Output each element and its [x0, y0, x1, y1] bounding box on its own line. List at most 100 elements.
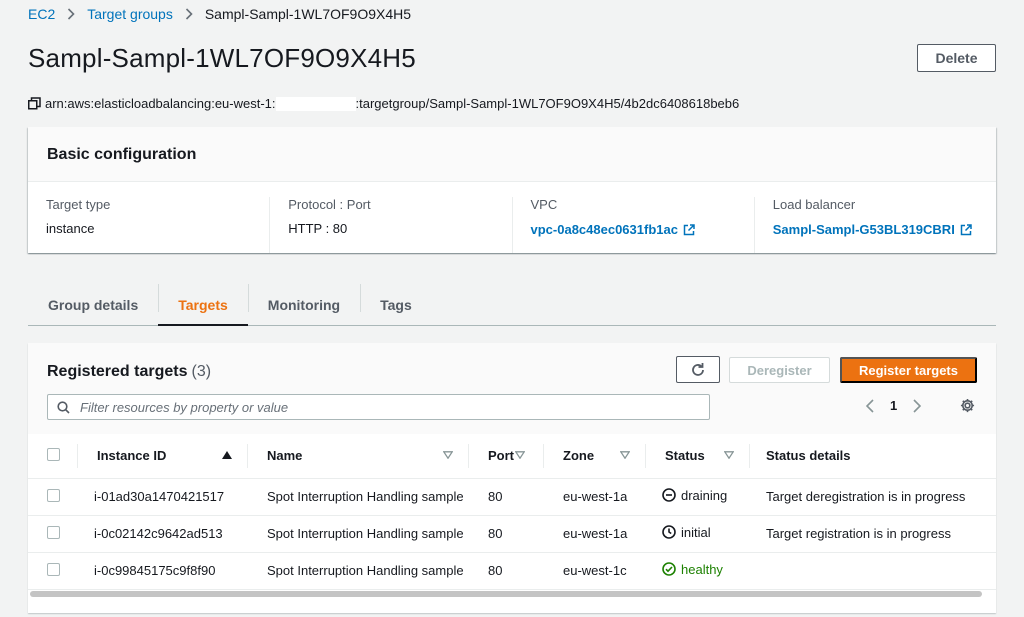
column-header-label: Port: [488, 448, 514, 464]
table-row[interactable]: i-0c02142c9642ad513 Spot Interruption Ha…: [28, 515, 996, 552]
breadcrumb-ec2-link[interactable]: EC2: [28, 6, 55, 22]
column-header-port[interactable]: Port: [469, 434, 544, 479]
draining-icon: [662, 488, 676, 503]
breadcrumb: EC2 Target groups Sampl-Sampl-1WL7OF9O9X…: [28, 5, 411, 23]
sort-icon: [443, 451, 453, 459]
column-header-label: Zone: [563, 448, 595, 464]
status-label: initial: [681, 524, 711, 540]
basic-configuration-panel: Basic configuration Target type instance…: [28, 127, 996, 253]
row-checkbox[interactable]: [47, 525, 60, 539]
registered-targets-count: (3): [191, 363, 212, 380]
target-type-label: Target type: [46, 197, 111, 212]
status-label: healthy: [681, 561, 723, 577]
column-header-label: Status: [665, 448, 705, 464]
arn-row: arn:aws:elasticloadbalancing:eu-west-1: …: [28, 96, 739, 111]
status-draining: draining: [662, 488, 727, 503]
check-circle-icon: [662, 562, 676, 577]
copy-icon[interactable]: [28, 97, 42, 110]
chevron-right-icon: [185, 8, 193, 20]
targets-table: Instance ID Name Port Zone Status Status…: [28, 434, 996, 590]
status-details-cell: [750, 552, 996, 589]
select-all-header: [28, 434, 78, 479]
port-cell: 80: [488, 526, 503, 541]
protocol-port-field: Protocol : Port HTTP : 80: [269, 197, 511, 253]
zone-cell: eu-west-1c: [563, 563, 627, 578]
gear-icon[interactable]: [960, 398, 975, 413]
status-cell: healthy: [646, 552, 750, 589]
filter-input[interactable]: Filter resources by property or value: [47, 394, 710, 420]
column-header-label: Instance ID: [97, 448, 167, 464]
page-title: Sampl-Sampl-1WL7OF9O9X4H5: [28, 43, 416, 73]
load-balancer-label: Load balancer: [772, 197, 856, 212]
tab-monitoring[interactable]: Monitoring: [247, 284, 360, 325]
table-row[interactable]: i-01ad30a1470421517 Spot Interruption Ha…: [28, 478, 996, 515]
zone-cell: eu-west-1a: [563, 489, 628, 504]
registered-targets-title-text: Registered targets: [47, 363, 188, 380]
chevron-right-icon: [67, 8, 75, 20]
vpc-link[interactable]: vpc-0a8c48ec0631fb1ac: [531, 222, 695, 237]
breadcrumb-current: Sampl-Sampl-1WL7OF9O9X4H5: [204, 6, 412, 22]
sort-icon: [620, 451, 630, 459]
tab-bar: Group details Targets Monitoring Tags: [28, 284, 996, 326]
port-cell: 80: [488, 489, 503, 504]
basic-configuration-title: Basic configuration: [47, 146, 197, 163]
registered-targets-panel: Registered targets (3) Deregister Registe…: [28, 343, 996, 613]
deregister-button[interactable]: Deregister: [729, 357, 830, 383]
filter-placeholder: Filter resources by property or value: [80, 399, 289, 415]
column-header-status-details[interactable]: Status details: [750, 434, 996, 479]
status-details-cell: Target deregistration is in progress: [766, 489, 966, 504]
search-icon: [57, 400, 70, 414]
instance-id-cell: i-0c02142c9642ad513: [94, 526, 223, 541]
external-link-icon: [960, 223, 972, 236]
tab-tags[interactable]: Tags: [360, 284, 432, 325]
tab-targets[interactable]: Targets: [158, 284, 248, 326]
load-balancer-field: Load balancer Sampl-Sampl-G53BL319CBRI: [753, 197, 996, 253]
sort-ascending-icon: [222, 451, 232, 459]
next-page-icon[interactable]: [913, 398, 922, 413]
status-cell: draining: [646, 478, 750, 515]
register-targets-button[interactable]: Register targets: [840, 357, 977, 383]
arn-suffix: :targetgroup/Sampl-Sampl-1WL7OF9O9X4H5/4…: [355, 96, 740, 111]
row-checkbox[interactable]: [47, 562, 60, 576]
external-link-icon: [683, 223, 695, 236]
select-all-checkbox[interactable]: [47, 447, 60, 461]
status-cell: initial: [646, 515, 750, 552]
vpc-label: VPC: [530, 197, 558, 212]
delete-button[interactable]: Delete: [917, 44, 996, 72]
vpc-link-text: vpc-0a8c48ec0631fb1ac: [530, 222, 678, 237]
column-header-name[interactable]: Name: [248, 434, 469, 479]
previous-page-icon[interactable]: [866, 398, 874, 413]
load-balancer-link-text: Sampl-Sampl-G53BL319CBRI: [772, 222, 955, 237]
instance-id-cell: i-01ad30a1470421517: [94, 489, 225, 504]
tab-group-details[interactable]: Group details: [28, 284, 158, 325]
table-row[interactable]: i-0c99845175c9f8f90 Spot Interruption Ha…: [28, 552, 996, 589]
column-header-status[interactable]: Status: [646, 434, 750, 479]
row-checkbox[interactable]: [47, 488, 60, 502]
arn-prefix: arn:aws:elasticloadbalancing:eu-west-1:: [45, 96, 276, 111]
status-initial: initial: [662, 525, 711, 540]
instance-id-cell: i-0c99845175c9f8f90: [94, 563, 216, 578]
table-header-row: Instance ID Name Port Zone Status Status…: [28, 434, 996, 479]
registered-targets-header: Registered targets (3) Deregister Registe…: [28, 343, 996, 434]
zone-cell: eu-west-1a: [563, 526, 628, 541]
target-type-field: Target type instance: [28, 197, 269, 253]
registered-targets-title: Registered targets (3): [47, 363, 211, 381]
column-header-zone[interactable]: Zone: [544, 434, 646, 479]
status-healthy: healthy: [662, 562, 723, 577]
column-header-label: Status details: [766, 448, 851, 464]
load-balancer-link[interactable]: Sampl-Sampl-G53BL319CBRI: [773, 222, 972, 237]
sort-icon: [515, 451, 525, 459]
status-label: draining: [681, 487, 728, 503]
current-page-number[interactable]: 1: [890, 398, 897, 413]
name-cell: Spot Interruption Handling sample: [267, 526, 464, 541]
name-cell: Spot Interruption Handling sample: [267, 489, 464, 504]
refresh-button[interactable]: [676, 356, 720, 383]
target-type-value: instance: [46, 221, 95, 236]
column-header-instance-id[interactable]: Instance ID: [78, 434, 248, 479]
name-cell: Spot Interruption Handling sample: [267, 563, 464, 578]
column-header-label: Name: [267, 448, 303, 464]
config-grid: Target type instance Protocol : Port HTT…: [28, 182, 996, 253]
horizontal-scrollbar[interactable]: [30, 591, 982, 597]
breadcrumb-target-groups-link[interactable]: Target groups: [87, 6, 173, 22]
protocol-port-value: HTTP : 80: [288, 221, 348, 236]
